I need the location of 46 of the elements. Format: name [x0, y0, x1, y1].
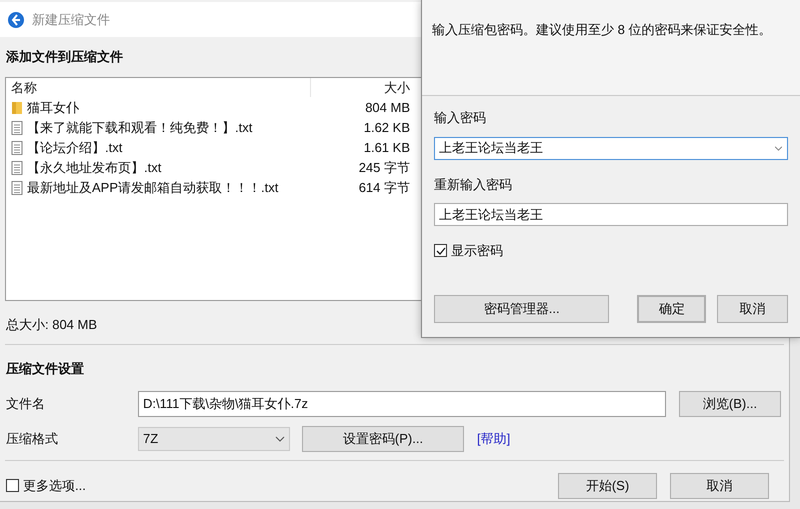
caret-icon — [774, 146, 783, 150]
file-size: 1.62 KB — [362, 118, 411, 137]
dialog-hint: 输入压缩包密码。建议使用至少 8 位的密码来保证安全性。 — [432, 22, 772, 37]
browse-button[interactable]: 浏览(B)... — [679, 390, 781, 416]
column-header[interactable]: 大小 — [311, 78, 414, 98]
file-name: 猫耳女仆 — [27, 98, 79, 117]
show-password-checkbox[interactable]: 显示密码 — [434, 241, 788, 260]
file-size: 804 MB — [364, 98, 411, 117]
document-icon — [11, 140, 23, 154]
filename-field[interactable]: D:\111下载\杂物\猫耳女仆.7z — [138, 390, 666, 416]
app-icon — [8, 12, 24, 28]
confirm-password-field[interactable]: 上老王论坛当老王 — [434, 203, 788, 226]
ok-button[interactable]: 确定 — [637, 294, 706, 322]
cancel-button[interactable]: 取消 — [670, 472, 769, 498]
more-options-checkbox[interactable]: 更多选项... — [6, 476, 86, 496]
format-select[interactable]: 7Z — [138, 426, 290, 450]
file-size: 1.61 KB — [362, 138, 411, 157]
field-label: 重新输入密码 — [433, 176, 513, 194]
total-size: 总大小: 804 MB — [5, 316, 98, 334]
file-name: 最新地址及APP请发邮箱自动获取！！！.txt — [27, 178, 278, 197]
checkbox[interactable] — [6, 479, 19, 492]
field-label: 输入密码 — [433, 109, 487, 127]
help-link[interactable]: [帮助] — [477, 428, 510, 448]
section-heading: 添加文件到压缩文件 — [5, 48, 124, 66]
document-icon — [11, 160, 23, 174]
file-size: 614 字节 — [358, 178, 411, 197]
document-icon — [11, 180, 23, 194]
window-title: 新建压缩文件 — [32, 10, 110, 29]
caret-icon — [275, 436, 285, 442]
checkbox[interactable] — [434, 244, 447, 258]
password-manager-button[interactable]: 密码管理器... — [434, 294, 610, 322]
password-field[interactable]: 上老王论坛当老王 — [434, 136, 788, 160]
column-header[interactable]: 名称 — [6, 78, 311, 98]
file-name: 【来了就能下载和观看！纯免费！】.txt — [27, 118, 252, 137]
field-label: 压缩格式 — [6, 430, 59, 448]
cancel-button[interactable]: 取消 — [717, 294, 788, 322]
file-name: 【论坛介绍】.txt — [27, 138, 122, 157]
start-button[interactable]: 开始(S) — [558, 472, 657, 498]
section-heading: 压缩文件设置 — [5, 360, 85, 378]
file-size: 245 字节 — [358, 158, 411, 177]
set-password-button[interactable]: 设置密码(P)... — [302, 426, 464, 452]
folder-icon — [11, 100, 23, 114]
document-icon — [11, 120, 23, 134]
file-name: 【永久地址发布页】.txt — [27, 158, 162, 177]
field-label: 文件名 — [6, 394, 46, 413]
check-icon — [436, 246, 446, 256]
